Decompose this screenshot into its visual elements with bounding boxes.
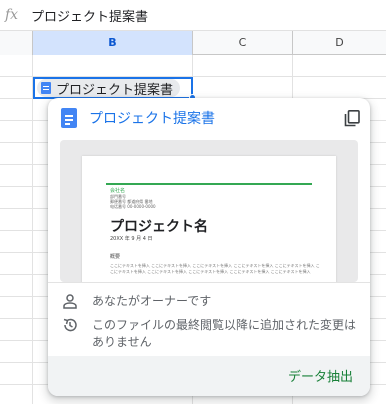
document-thumbnail[interactable]: 会社名 部門番号 郵便番号 都道府県 番地 电话番号 00-0000-0000 … <box>60 140 358 282</box>
card-footer: データ抽出 <box>48 356 370 396</box>
preview-date: 20XX 年 9 月 4 日 <box>110 236 153 242</box>
owner-row: あなたがオーナーです <box>48 293 370 310</box>
history-icon <box>63 318 77 332</box>
extract-data-button[interactable]: データ抽出 <box>288 366 353 385</box>
divider <box>48 282 370 283</box>
column-header-d[interactable]: D <box>293 31 386 55</box>
file-smart-chip[interactable]: プロジェクト提案書 <box>37 79 181 98</box>
file-preview-card: プロジェクト提案書 会社名 部門番号 郵便番号 都道府県 番地 电话番号 00-… <box>48 98 370 396</box>
person-icon <box>63 294 77 309</box>
preview-project-name: プロジェクト名 <box>110 219 208 235</box>
document-page: 会社名 部門番号 郵便番号 都道府県 番地 电话番号 00-0000-0000 … <box>82 156 336 282</box>
google-docs-icon <box>61 108 77 128</box>
header-rule <box>106 183 312 185</box>
formula-bar: fx プロジェクト提案書 <box>0 0 386 31</box>
column-header-b[interactable]: B <box>33 31 193 55</box>
preview-meta-line: 电话番号 00-0000-0000 <box>110 204 156 209</box>
file-title-link[interactable]: プロジェクト提案書 <box>89 108 215 128</box>
edits-text: このファイルの最終閲覧以降に追加された変更はありません <box>92 318 357 349</box>
corner-header[interactable] <box>0 31 33 55</box>
preview-summary-label: 概要 <box>110 254 121 260</box>
smart-chip-label: プロジェクト提案書 <box>56 82 174 98</box>
copy-icon[interactable] <box>344 110 360 127</box>
google-docs-icon <box>41 82 51 94</box>
spreadsheet-window: fx プロジェクト提案書 B C D プロジェクト提案書 プロジェクト提案書 会… <box>0 0 386 404</box>
function-icon: fx <box>5 7 19 23</box>
column-headers: B C D <box>0 31 386 55</box>
column-header-c[interactable]: C <box>193 31 293 55</box>
edits-row: このファイルの最終閲覧以降に追加された変更はありません <box>48 317 370 351</box>
preview-body-text: ここにテキストを挿入 ここにテキストを挿入 ここにテキストを挿入 ここにテキスト… <box>110 263 320 274</box>
formula-input[interactable]: プロジェクト提案書 <box>31 6 148 25</box>
card-header: プロジェクト提案書 <box>48 98 370 138</box>
owner-text: あなたがオーナーです <box>92 294 212 308</box>
